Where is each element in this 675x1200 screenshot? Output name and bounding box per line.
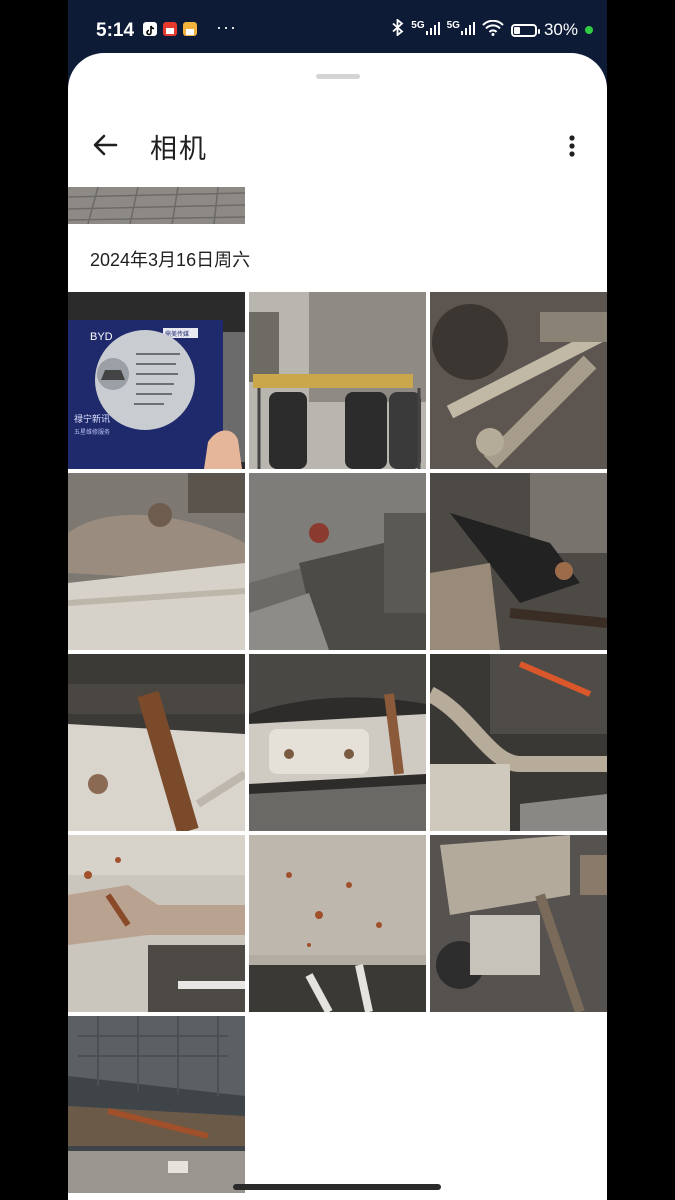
photo-thumbnail[interactable]	[68, 473, 245, 650]
previous-photo-thumbnail[interactable]	[68, 187, 245, 224]
more-notifications: ···	[216, 17, 237, 37]
photo-thumbnail[interactable]	[430, 292, 607, 469]
page-title: 相机	[150, 134, 208, 164]
network-type-2: 5G	[446, 20, 460, 31]
status-time: 5:14	[96, 20, 135, 41]
photo-thumbnail[interactable]	[249, 473, 426, 650]
privacy-indicator	[585, 26, 593, 34]
network-type-1: 5G	[411, 20, 425, 31]
tiktok-icon	[143, 22, 157, 36]
phone-screen: 5:14 ··· 5G 5G 30% 相机 2024年3月16日周六 BYD 鼎…	[68, 0, 607, 1200]
arrow-left-icon	[93, 134, 118, 156]
photo-thumbnail[interactable]	[68, 654, 245, 831]
album-sheet: 相机 2024年3月16日周六 BYD 鼎美传媒 禄宁新讯 五星维修服务	[68, 53, 607, 1200]
photo-thumbnail[interactable]	[430, 654, 607, 831]
status-right-icons: 5G 5G 30%	[392, 18, 593, 41]
bluetooth-icon	[392, 18, 404, 41]
battery-icon	[510, 23, 540, 37]
card-footer-1: 禄宁新讯	[74, 413, 110, 425]
card-brand: BYD	[90, 331, 113, 343]
photo-thumbnail[interactable]	[68, 835, 245, 1012]
photo-thumbnail[interactable]	[249, 835, 426, 1012]
photo-thumbnail[interactable]	[68, 1016, 245, 1193]
signal-icon-2: 5G	[447, 20, 475, 40]
back-button[interactable]	[90, 127, 122, 163]
more-vertical-icon	[569, 135, 575, 157]
photo-thumbnail[interactable]	[430, 835, 607, 1012]
photo-thumbnail[interactable]	[430, 473, 607, 650]
card-footer-2: 五星维修服务	[74, 428, 110, 436]
photo-thumbnail[interactable]: BYD 鼎美传媒 禄宁新讯 五星维修服务	[68, 292, 245, 469]
date-header: 2024年3月16日周六	[90, 250, 251, 270]
drag-handle[interactable]	[316, 74, 360, 79]
photo-thumbnail[interactable]	[249, 654, 426, 831]
photo-grid: BYD 鼎美传媒 禄宁新讯 五星维修服务	[68, 292, 607, 1193]
wifi-icon	[482, 19, 504, 41]
battery-percent: 30%	[543, 20, 578, 39]
news-icon	[163, 22, 177, 36]
photo-thumbnail[interactable]	[249, 292, 426, 469]
more-options-button[interactable]	[560, 129, 584, 163]
shop-icon	[183, 22, 197, 36]
notification-icons	[143, 22, 197, 36]
signal-icon-1: 5G	[411, 20, 440, 40]
gesture-nav-bar[interactable]	[233, 1184, 441, 1190]
